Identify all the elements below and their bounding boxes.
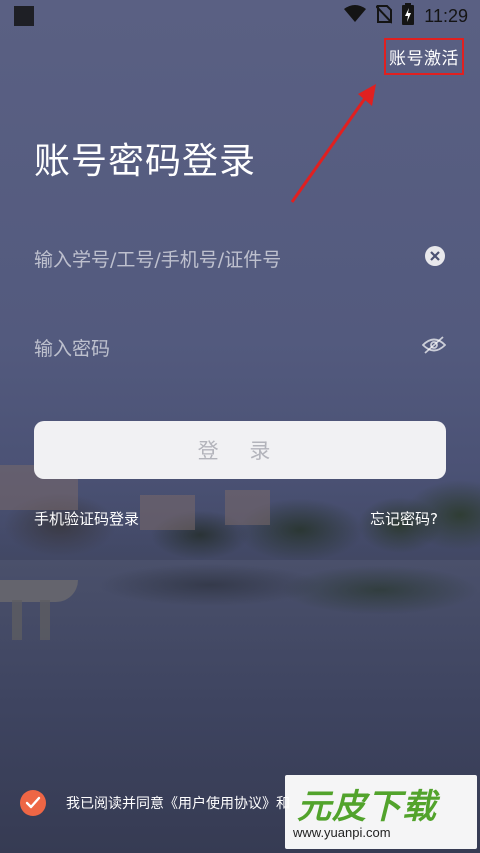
battery-charging-icon — [402, 3, 415, 29]
checkmark-icon — [25, 796, 41, 809]
background-reflection — [0, 560, 480, 650]
status-time: 11:29 — [424, 5, 468, 26]
user-protocol-link[interactable]: 《用户使用协议》 — [164, 796, 276, 812]
account-activate-link[interactable]: 账号激活 — [384, 38, 464, 75]
status-bar-right: 11:29 — [344, 0, 468, 32]
agreement-row: 我已阅读并同意《用户使用协议》和 — [20, 790, 290, 816]
background-pier — [0, 580, 78, 602]
agreement-text: 我已阅读并同意《用户使用协议》和 — [66, 793, 290, 813]
agreement-checkbox[interactable] — [20, 790, 46, 816]
eye-hidden-icon[interactable] — [421, 335, 447, 359]
background-building — [140, 495, 195, 530]
background-pier-leg — [12, 600, 22, 640]
login-button[interactable]: 登 录 — [34, 421, 446, 479]
annotation-arrow-icon — [290, 84, 376, 203]
forgot-password-link[interactable]: 忘记密码? — [370, 508, 438, 529]
watermark-url: www.yuanpi.com — [293, 825, 391, 840]
account-input-placeholder: 输入学号/工号/手机号/证件号 — [34, 248, 282, 271]
notification-icon — [14, 6, 34, 26]
watermark-title: 元皮下载 — [297, 787, 437, 827]
background-pier-leg — [40, 600, 50, 640]
status-bar: 11:29 — [0, 0, 480, 32]
clear-icon[interactable] — [424, 245, 446, 271]
sms-login-link[interactable]: 手机验证码登录 — [34, 508, 139, 529]
watermark-logo: 元皮下载 www.yuanpi.com — [285, 775, 477, 849]
background-building — [225, 490, 270, 525]
agreement-prefix: 我已阅读并同意 — [66, 796, 164, 812]
password-input[interactable]: 输入密码 — [34, 327, 447, 367]
page-title: 账号密码登录 — [34, 141, 257, 182]
password-input-placeholder: 输入密码 — [34, 337, 111, 360]
account-input[interactable]: 输入学号/工号/手机号/证件号 — [34, 238, 446, 278]
wifi-icon — [344, 5, 367, 27]
no-sim-icon — [375, 4, 394, 28]
